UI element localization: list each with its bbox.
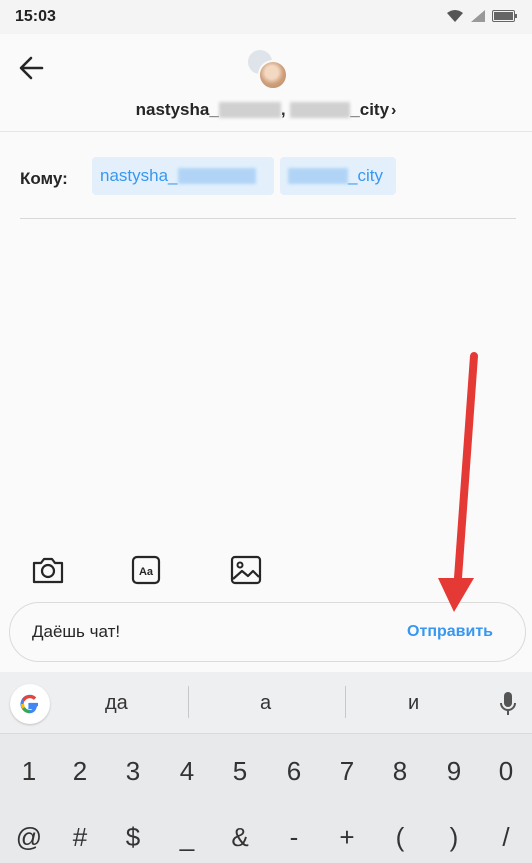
svg-text:Aa: Aa <box>139 566 154 578</box>
microphone-icon <box>500 692 516 715</box>
key-digit[interactable]: 3 <box>113 756 153 787</box>
suggestion-bar: да а и <box>0 672 532 734</box>
key-symbol[interactable]: ( <box>380 822 420 853</box>
back-arrow-icon <box>19 56 44 80</box>
suggestion-divider <box>188 686 189 718</box>
title-user2: _city <box>350 100 390 119</box>
message-composer[interactable]: Даёшь чат! Отправить <box>9 602 526 662</box>
key-symbol[interactable]: # <box>60 822 100 853</box>
blurred-text <box>288 168 348 184</box>
key-digit[interactable]: 0 <box>486 756 526 787</box>
wifi-icon <box>447 10 463 22</box>
key-symbol[interactable]: + <box>327 822 367 853</box>
thread-header: nastysha_, _city › <box>0 34 532 132</box>
recipient-chip[interactable]: _city <box>280 157 396 195</box>
key-symbol[interactable]: @ <box>9 822 49 853</box>
camera-button[interactable] <box>30 552 66 588</box>
title-separator: , <box>280 100 286 119</box>
key-digit[interactable]: 1 <box>9 756 49 787</box>
camera-icon <box>32 557 64 584</box>
recipient-name: _city <box>348 166 383 185</box>
key-digit[interactable]: 9 <box>434 756 474 787</box>
suggestion-1[interactable]: да <box>105 692 128 715</box>
key-symbol[interactable]: $ <box>113 822 153 853</box>
google-g-icon <box>20 694 38 714</box>
key-digit[interactable]: 8 <box>380 756 420 787</box>
recipient-name: nastysha_ <box>100 166 178 185</box>
key-digit[interactable]: 4 <box>167 756 207 787</box>
suggestion-3[interactable]: и <box>408 692 419 715</box>
chevron-right-icon: › <box>391 102 397 119</box>
avatar-primary <box>258 60 288 90</box>
key-digit[interactable]: 6 <box>274 756 314 787</box>
title-user1: nastysha_ <box>135 100 219 119</box>
signal-icon <box>471 10 485 22</box>
recipients-label: Кому: <box>20 169 68 188</box>
composer-tools: Aa <box>0 552 532 592</box>
thread-title[interactable]: nastysha_, _city › <box>0 100 532 120</box>
suggestion-2[interactable]: а <box>260 692 271 715</box>
status-bar: 15:03 <box>0 0 532 34</box>
blurred-text <box>218 102 281 118</box>
key-digit[interactable]: 5 <box>220 756 260 787</box>
recipient-chip[interactable]: nastysha_ <box>92 157 274 195</box>
message-input[interactable]: Даёшь чат! <box>32 622 120 642</box>
recipients-row: Кому: nastysha_ _city <box>20 157 516 219</box>
key-digit[interactable]: 2 <box>60 756 100 787</box>
keyboard: да а и 1 2 3 4 5 6 7 8 9 0 @ # $ _ & - +… <box>0 672 532 863</box>
back-button[interactable] <box>16 54 48 82</box>
status-time: 15:03 <box>15 8 56 25</box>
suggestion-divider <box>345 686 346 718</box>
battery-icon <box>492 10 517 22</box>
key-symbol[interactable]: ) <box>434 822 474 853</box>
microphone-button[interactable] <box>498 690 518 718</box>
status-icons <box>446 9 518 23</box>
key-symbol[interactable]: _ <box>167 822 207 853</box>
key-symbol[interactable]: - <box>274 822 314 853</box>
text-style-button[interactable]: Aa <box>128 552 164 588</box>
blurred-text <box>290 102 351 118</box>
send-button[interactable]: Отправить <box>407 623 493 641</box>
blurred-text <box>177 168 256 184</box>
text-style-icon: Aa <box>131 555 161 585</box>
key-symbol[interactable]: / <box>486 822 526 853</box>
gallery-button[interactable] <box>228 552 264 588</box>
image-icon <box>230 555 262 585</box>
group-avatar[interactable] <box>246 48 292 92</box>
key-symbol[interactable]: & <box>220 822 260 853</box>
key-digit[interactable]: 7 <box>327 756 367 787</box>
google-button[interactable] <box>10 684 50 724</box>
